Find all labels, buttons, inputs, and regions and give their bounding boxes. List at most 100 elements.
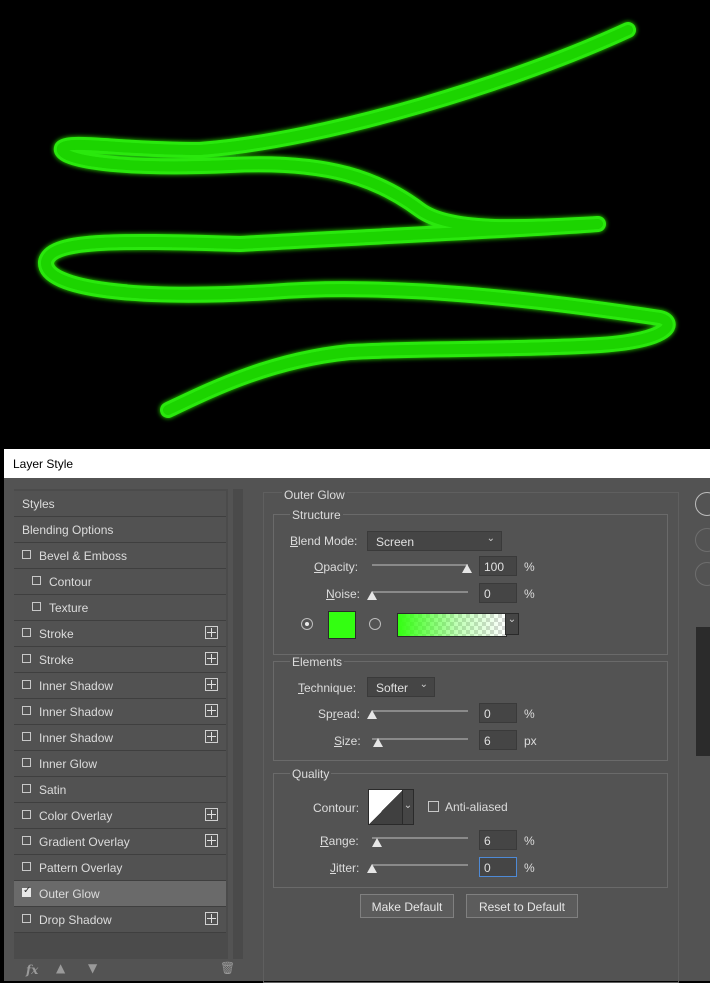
style-checkbox[interactable]	[22, 628, 31, 637]
chevron-down-icon: ⌄	[419, 679, 428, 690]
jitter-unit: %	[524, 861, 535, 875]
style-item-inner-glow[interactable]: Inner Glow	[14, 751, 226, 777]
style-item-contour[interactable]: Contour	[14, 569, 226, 595]
range-input[interactable]: 6	[479, 830, 517, 850]
new-style-button-edge[interactable]	[695, 562, 710, 586]
make-default-button[interactable]: Make Default	[360, 894, 454, 918]
technique-select[interactable]: Softer ⌄	[367, 677, 435, 697]
opacity-unit: %	[524, 560, 535, 574]
add-effect-plus-icon[interactable]	[205, 704, 218, 717]
add-effect-plus-icon[interactable]	[205, 730, 218, 743]
add-effect-plus-icon[interactable]	[205, 678, 218, 691]
size-slider-thumb[interactable]	[373, 738, 383, 747]
style-checkbox[interactable]	[22, 836, 31, 845]
contour-picker[interactable]	[368, 789, 404, 825]
opacity-slider[interactable]	[372, 564, 468, 566]
jitter-input[interactable]: 0	[479, 857, 517, 877]
style-item-drop-shadow[interactable]: Drop Shadow	[14, 907, 226, 933]
cancel-button-edge[interactable]	[695, 528, 710, 552]
style-item-stroke[interactable]: Stroke	[14, 647, 226, 673]
noise-input[interactable]: 0	[479, 583, 517, 603]
style-item-inner-shadow[interactable]: Inner Shadow	[14, 699, 226, 725]
styles-header-label: Styles	[22, 497, 55, 511]
style-checkbox[interactable]	[32, 602, 41, 611]
style-item-outer-glow[interactable]: Outer Glow	[14, 881, 226, 907]
reset-to-default-button[interactable]: Reset to Default	[466, 894, 578, 918]
style-item-texture[interactable]: Texture	[14, 595, 226, 621]
style-checkbox[interactable]	[22, 732, 31, 741]
add-effect-plus-icon[interactable]	[205, 626, 218, 639]
blending-options-item[interactable]: Blending Options	[14, 517, 226, 543]
style-item-inner-shadow[interactable]: Inner Shadow	[14, 725, 226, 751]
blend-mode-value: Screen	[376, 535, 415, 549]
technique-label: Technique:	[298, 681, 357, 695]
structure-title: Structure	[290, 508, 343, 522]
opacity-input[interactable]: 100	[479, 556, 517, 576]
style-checkbox[interactable]	[22, 862, 31, 871]
noise-slider-thumb[interactable]	[367, 591, 377, 600]
style-item-satin[interactable]: Satin	[14, 777, 226, 803]
add-effect-plus-icon[interactable]	[205, 652, 218, 665]
spread-slider-thumb[interactable]	[367, 710, 377, 719]
style-checkbox[interactable]	[22, 550, 31, 559]
size-slider[interactable]	[372, 738, 468, 740]
style-item-label: Stroke	[39, 627, 74, 641]
gradient-picker-chevron-icon[interactable]: ⌄	[505, 613, 519, 635]
spread-input[interactable]: 0	[479, 703, 517, 723]
style-item-bevel-emboss[interactable]: Bevel & Emboss	[14, 543, 226, 569]
elements-title: Elements	[290, 655, 345, 669]
anti-aliased-checkbox[interactable]	[428, 801, 439, 812]
jitter-label: Jitter:	[330, 861, 360, 875]
style-checkbox[interactable]	[22, 654, 31, 663]
range-slider-thumb[interactable]	[372, 838, 382, 847]
gradient-radio[interactable]	[369, 618, 381, 630]
style-item-label: Drop Shadow	[39, 913, 112, 927]
style-checkbox[interactable]	[22, 885, 31, 897]
blend-mode-select[interactable]: Screen ⌄	[367, 531, 502, 551]
style-checkbox[interactable]	[22, 706, 31, 715]
range-label: Range:	[320, 834, 359, 848]
noise-slider[interactable]	[372, 591, 468, 593]
style-item-color-overlay[interactable]: Color Overlay	[14, 803, 226, 829]
fx-button[interactable]: fx	[26, 963, 38, 977]
solid-color-radio[interactable]	[301, 618, 313, 630]
style-item-gradient-overlay[interactable]: Gradient Overlay	[14, 829, 226, 855]
style-item-pattern-overlay[interactable]: Pattern Overlay	[14, 855, 226, 881]
canvas-preview	[0, 0, 710, 449]
size-input[interactable]: 6	[479, 730, 517, 750]
style-checkbox[interactable]	[22, 914, 31, 923]
gradient-swatch[interactable]	[397, 613, 507, 637]
down-arrow-icon[interactable]: ▼	[88, 961, 97, 975]
style-item-label: Inner Shadow	[39, 679, 114, 693]
noise-label: Noise:	[326, 587, 361, 601]
styles-header[interactable]: Styles	[14, 491, 226, 517]
style-checkbox[interactable]	[32, 576, 41, 585]
style-item-stroke[interactable]: Stroke	[14, 621, 226, 647]
add-effect-plus-icon[interactable]	[205, 834, 218, 847]
style-item-label: Pattern Overlay	[39, 861, 123, 875]
size-label: Size:	[334, 734, 361, 748]
style-checkbox[interactable]	[22, 784, 31, 793]
style-item-inner-shadow[interactable]: Inner Shadow	[14, 673, 226, 699]
ok-button-edge[interactable]	[695, 492, 710, 516]
blend-mode-label: Blend Mode:	[290, 534, 358, 548]
trash-icon[interactable]: 🗑	[220, 961, 235, 975]
range-slider[interactable]	[372, 837, 468, 839]
blending-options-label: Blending Options	[22, 523, 114, 537]
contour-chevron-down-icon[interactable]: ⌄	[402, 789, 414, 825]
styles-list-scrollbar[interactable]	[233, 489, 243, 959]
add-effect-plus-icon[interactable]	[205, 912, 218, 925]
glow-color-swatch[interactable]	[328, 611, 356, 639]
style-checkbox[interactable]	[22, 810, 31, 819]
jitter-slider[interactable]	[372, 864, 468, 866]
jitter-slider-thumb[interactable]	[367, 864, 377, 873]
opacity-slider-thumb[interactable]	[462, 564, 472, 573]
add-effect-plus-icon[interactable]	[205, 808, 218, 821]
style-checkbox[interactable]	[22, 680, 31, 689]
style-checkbox[interactable]	[22, 758, 31, 767]
up-arrow-icon[interactable]: ▲	[56, 961, 65, 975]
style-item-label: Contour	[49, 575, 92, 589]
spread-unit: %	[524, 707, 535, 721]
spread-slider[interactable]	[372, 710, 468, 712]
preview-swatch-edge	[696, 627, 710, 756]
